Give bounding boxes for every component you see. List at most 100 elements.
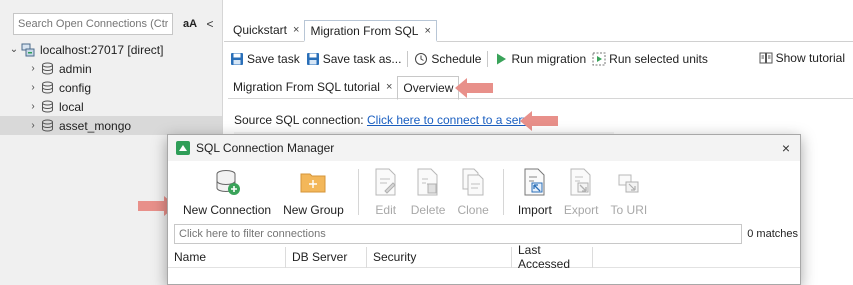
column-header-db-server[interactable]: DB Server	[286, 246, 367, 268]
server-icon	[20, 43, 36, 57]
tab-migration-from-sql[interactable]: Migration From SQL ×	[304, 20, 437, 42]
tree-item-local[interactable]: › local	[8, 97, 222, 116]
ribbon-divider	[357, 169, 359, 215]
to-uri-button[interactable]: To URI	[605, 165, 654, 217]
save-as-icon	[306, 52, 320, 66]
export-label: Export	[563, 203, 599, 217]
show-tutorial-button[interactable]: Show tutorial	[759, 51, 845, 65]
chevron-right-icon[interactable]: ›	[27, 82, 39, 93]
edit-label: Edit	[375, 203, 397, 217]
delete-label: Delete	[410, 203, 446, 217]
tab-quickstart[interactable]: Quickstart ×	[228, 19, 304, 41]
close-icon[interactable]: ×	[386, 81, 392, 93]
column-label: Security	[373, 250, 417, 264]
close-icon[interactable]: ×	[782, 140, 790, 156]
annotation-arrow-icon	[520, 111, 558, 131]
column-header-last-accessed[interactable]: Last Accessed	[512, 243, 593, 271]
tab-overview[interactable]: Overview	[397, 75, 460, 100]
run-selected-units-label: Run selected units	[609, 52, 708, 66]
column-label: Name	[174, 250, 207, 264]
import-button[interactable]: Import	[512, 165, 558, 217]
edit-button[interactable]: Edit	[367, 165, 405, 217]
sidebar-search-row: aA <	[13, 13, 220, 35]
new-group-label: New Group	[283, 203, 344, 217]
export-icon	[568, 165, 594, 199]
delete-icon	[415, 165, 441, 199]
new-connection-button[interactable]: New Connection	[177, 165, 277, 217]
subtab-label: Migration From SQL tutorial	[233, 79, 380, 94]
database-icon	[39, 100, 55, 114]
close-icon[interactable]: ×	[424, 25, 430, 37]
filter-row: 0 matches	[174, 224, 800, 244]
tree-item-admin[interactable]: › admin	[8, 59, 222, 78]
play-icon	[494, 52, 508, 66]
save-task-as-button[interactable]: Save task as...	[306, 52, 402, 66]
tab-label: Quickstart	[233, 23, 288, 37]
chevron-right-icon[interactable]: ›	[27, 101, 39, 112]
run-migration-label: Run migration	[511, 52, 587, 66]
chevron-right-icon[interactable]: ›	[27, 120, 39, 131]
match-case-button[interactable]: aA	[179, 18, 201, 30]
edit-icon	[373, 165, 399, 199]
folder-icon	[298, 165, 328, 199]
tree-item-label: local	[59, 99, 84, 114]
column-header-security[interactable]: Security	[367, 246, 512, 268]
studio3t-app-icon	[176, 141, 190, 155]
sql-connection-manager-dialog: SQL Connection Manager × New Connection …	[167, 134, 801, 285]
import-icon	[522, 165, 548, 199]
schedule-label: Schedule	[431, 52, 482, 66]
clone-button[interactable]: Clone	[451, 165, 494, 217]
export-button[interactable]: Export	[558, 165, 605, 217]
run-migration-button[interactable]: Run migration	[494, 52, 586, 66]
task-toolbar: Save task Save task as... Schedule Run m…	[230, 48, 853, 70]
tree-item-asset-mongo[interactable]: › asset_mongo	[0, 116, 222, 135]
database-icon	[39, 119, 55, 133]
collapse-sidebar-button[interactable]: <	[203, 17, 217, 31]
task-subtabbar: Migration From SQL tutorial × Overview	[228, 75, 853, 100]
subtab-label: Overview	[403, 80, 454, 95]
clone-label: Clone	[457, 203, 489, 217]
dialog-title: SQL Connection Manager	[196, 141, 335, 155]
database-icon	[39, 81, 55, 95]
chevron-right-icon[interactable]: ›	[27, 63, 39, 74]
source-connection-line: Source SQL connection: Click here to con…	[234, 113, 552, 127]
import-label: Import	[517, 203, 552, 217]
ribbon-divider	[502, 169, 504, 215]
tab-migration-tutorial[interactable]: Migration From SQL tutorial ×	[228, 76, 397, 98]
tree-item-config[interactable]: › config	[8, 78, 222, 97]
column-label: Last Accessed	[518, 243, 571, 271]
save-icon	[230, 52, 244, 66]
column-header-name[interactable]: Name	[168, 246, 286, 268]
tree-item-label: admin	[59, 61, 92, 76]
book-icon	[759, 52, 773, 64]
match-count: 0 matches	[747, 228, 798, 240]
toolbar-divider	[487, 51, 489, 67]
database-icon	[39, 62, 55, 76]
annotation-arrow-icon	[455, 78, 493, 98]
toolbar-divider	[407, 51, 409, 67]
run-selected-icon	[592, 52, 606, 66]
clock-icon	[414, 52, 428, 66]
save-task-label: Save task	[247, 52, 300, 66]
schedule-button[interactable]: Schedule	[414, 52, 481, 66]
delete-button[interactable]: Delete	[405, 165, 452, 217]
clone-icon	[460, 165, 486, 199]
connection-tree: ⌄ localhost:27017 [direct] › admin › con…	[0, 40, 222, 135]
tree-item-root-connection[interactable]: ⌄ localhost:27017 [direct]	[8, 40, 222, 59]
filter-connections-input[interactable]	[174, 224, 742, 244]
dialog-titlebar: SQL Connection Manager	[168, 135, 800, 161]
save-task-as-label: Save task as...	[322, 52, 402, 66]
chevron-down-icon[interactable]: ⌄	[8, 44, 20, 55]
to-uri-label: To URI	[610, 203, 648, 217]
new-group-button[interactable]: New Group	[277, 165, 350, 217]
close-icon[interactable]: ×	[293, 24, 299, 36]
tab-label: Migration From SQL	[310, 23, 419, 38]
run-selected-units-button[interactable]: Run selected units	[592, 52, 708, 66]
search-connections-input[interactable]	[13, 13, 173, 35]
save-task-button[interactable]: Save task	[230, 52, 300, 66]
new-connection-icon	[212, 165, 242, 199]
source-connection-label: Source SQL connection:	[234, 113, 364, 127]
tree-item-label: asset_mongo	[59, 118, 132, 133]
connections-table-header: Name DB Server Security Last Accessed	[168, 243, 800, 271]
to-uri-icon	[616, 165, 642, 199]
